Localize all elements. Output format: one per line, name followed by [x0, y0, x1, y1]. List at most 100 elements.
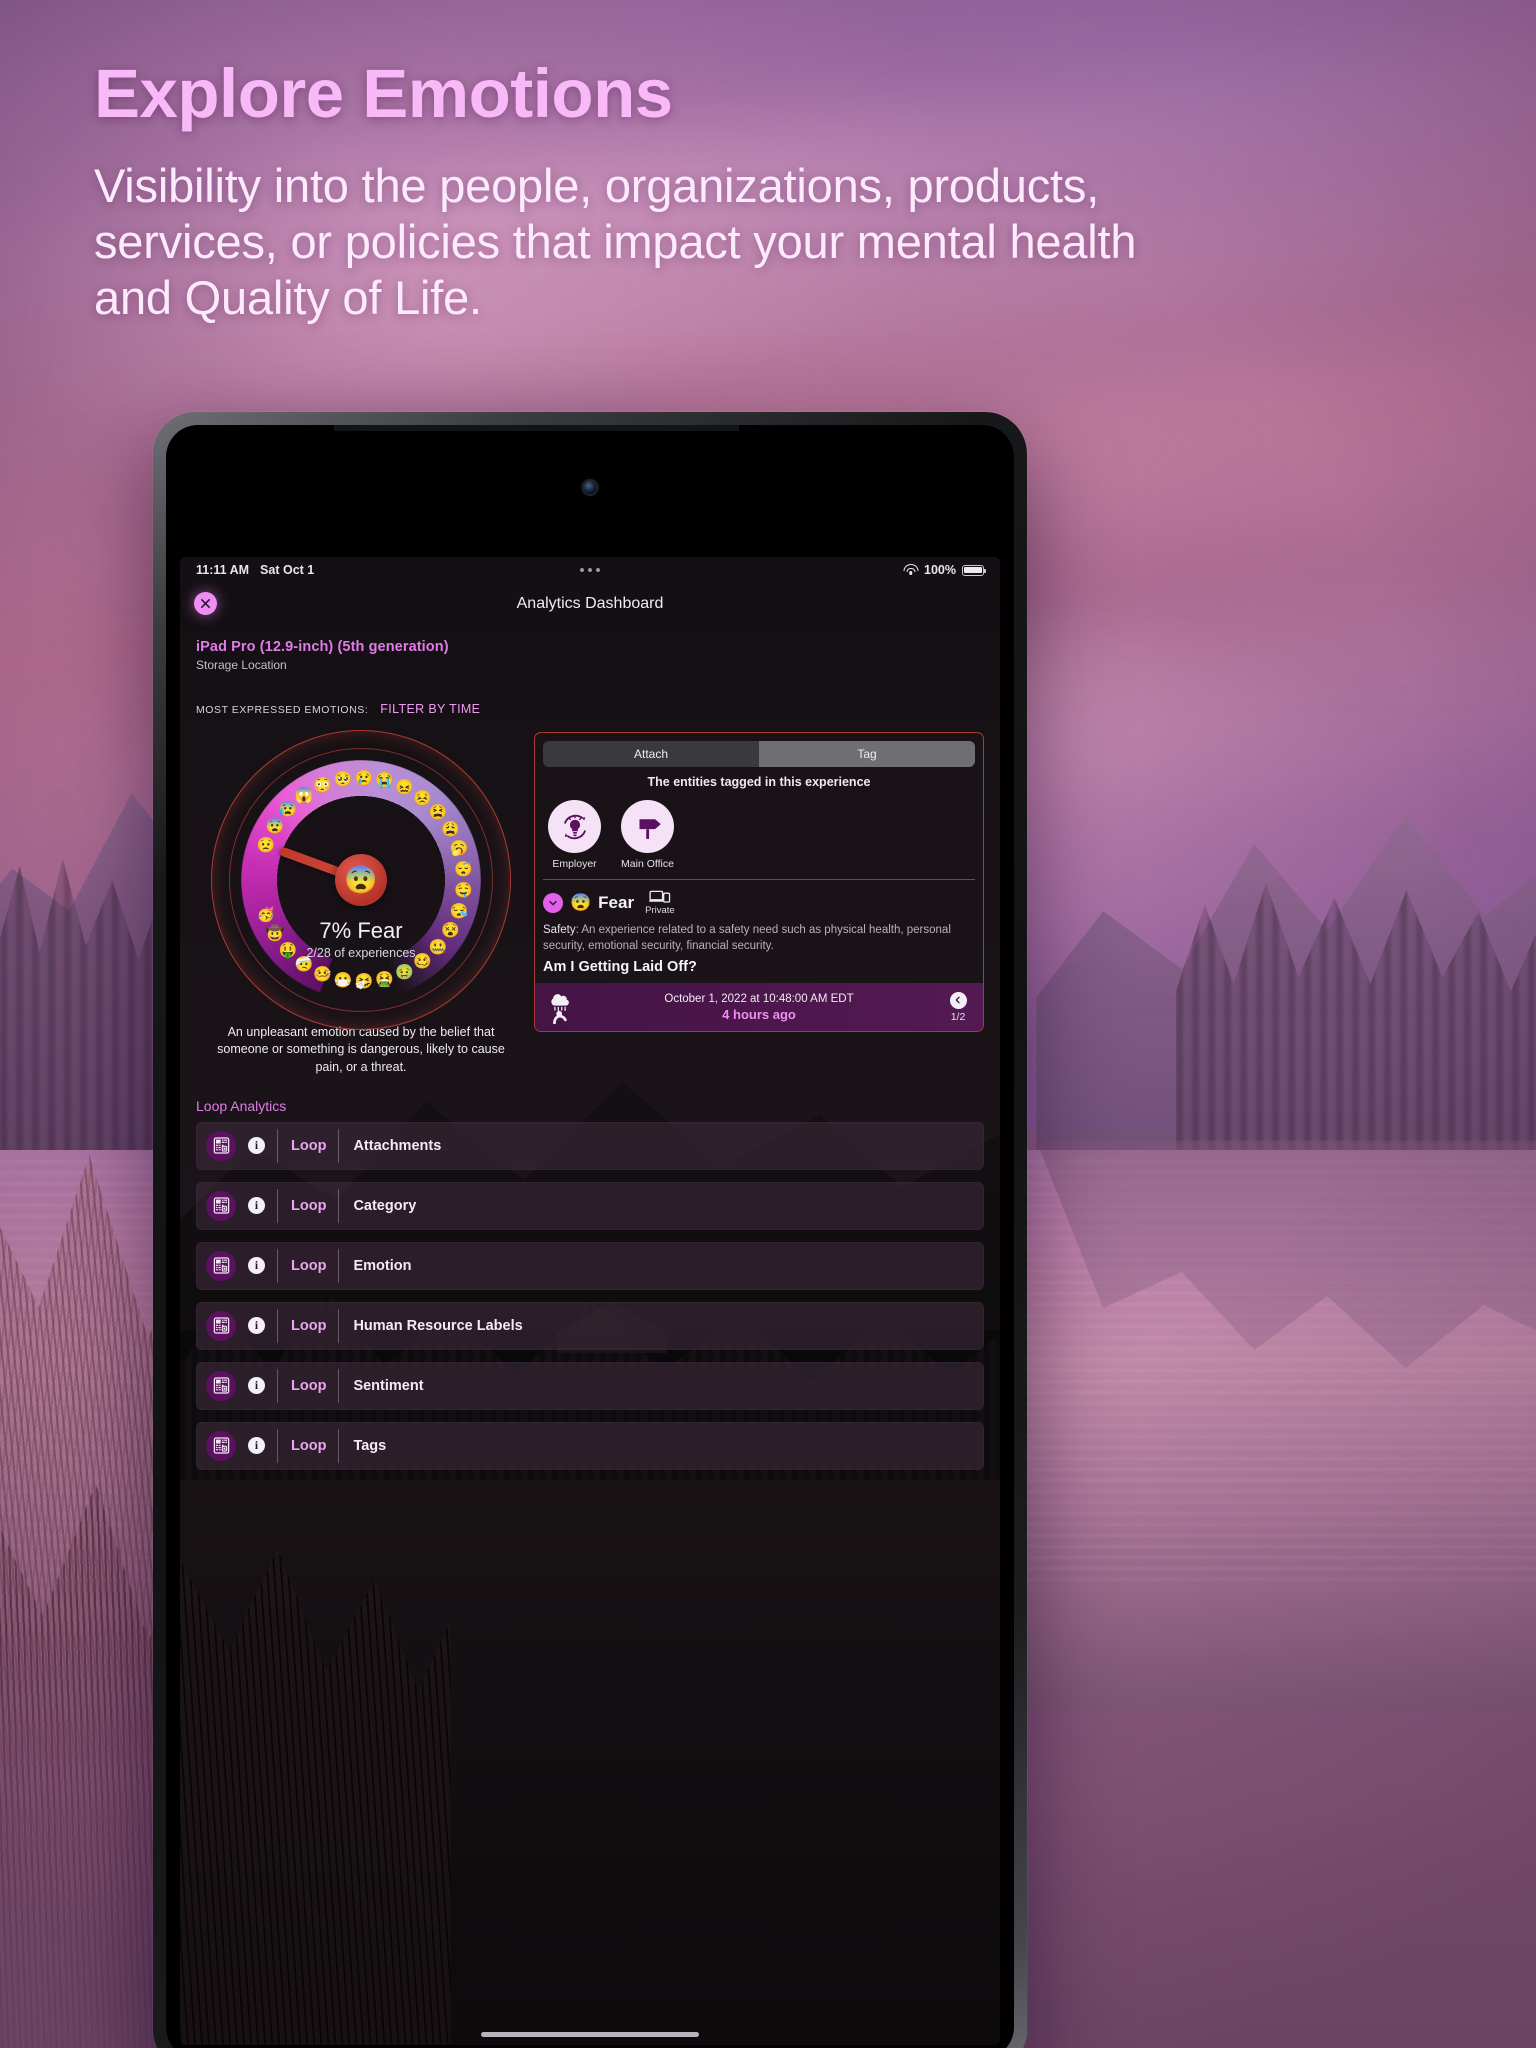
category-name: Safety — [543, 924, 576, 936]
gauge-emoji: 😰 — [278, 801, 298, 819]
loop-grid-icon — [206, 1130, 236, 1161]
loop-label: Loop — [291, 1257, 327, 1274]
gauge-emoji: 🤒 — [313, 965, 333, 983]
info-icon[interactable]: i — [248, 1257, 265, 1275]
row-divider — [277, 1128, 278, 1163]
loop-label: Loop — [291, 1137, 327, 1154]
row-divider — [338, 1248, 340, 1283]
chevron-down-icon[interactable] — [543, 892, 563, 913]
loop-label: Loop — [291, 1437, 327, 1454]
entity-label: Main Office — [621, 858, 674, 870]
row-divider — [338, 1188, 340, 1223]
experience-emoji: 😨 — [570, 892, 592, 912]
tab-tag[interactable]: Tag — [759, 741, 975, 767]
status-bar: 11:11 AM Sat Oct 1 100% — [180, 557, 1000, 583]
lightbulb-cycle-icon — [548, 800, 601, 853]
entity-label: Employer — [552, 858, 597, 870]
loop-row-name: Category — [353, 1197, 417, 1214]
info-icon[interactable]: i — [248, 1317, 265, 1335]
loop-analytics-heading: Loop Analytics — [196, 1097, 287, 1114]
row-divider — [338, 1308, 340, 1343]
experience-timestamp-block: October 1, 2022 at 10:48:00 AM EDT 4 hou… — [583, 993, 935, 1022]
gauge-center-emoji: 😨 — [335, 854, 387, 906]
loop-analytics-row[interactable]: i Loop Sentiment — [196, 1361, 984, 1410]
emotion-gauge[interactable]: 😟 😨 😰 😱 😳 🥺 😢 😭 😖 😣 😫 😩 🥱 😴 🤤 😪 😵 🤐 🥴 🤢 🤮 🤧 😷 🤒 🤕 🤑 🤠 🥳 😨 7% Fear 2… — [211, 730, 511, 1030]
info-icon[interactable]: i — [248, 1437, 265, 1455]
entity-employer[interactable]: Employer — [543, 800, 606, 870]
gauge-emoji: 😢 — [354, 769, 374, 787]
status-bar-left: 11:11 AM Sat Oct 1 — [196, 563, 314, 577]
gauge-emoji: 🤧 — [354, 973, 374, 991]
gauge-emoji: 🤮 — [375, 970, 395, 988]
loop-row-name: Sentiment — [353, 1377, 424, 1394]
device-subtitle: Storage Location — [196, 658, 287, 672]
emotion-gauge-column: 😟 😨 😰 😱 😳 🥺 😢 😭 😖 😣 😫 😩 🥱 😴 🤤 😪 😵 🤐 🥴 🤢 🤮 🤧 😷 🤒 🤕 🤑 🤠 🥳 😨 7% Fear 2… — [196, 730, 526, 1076]
battery-percent: 100% — [924, 563, 956, 577]
filter-by-time-button[interactable]: FILTER BY TIME — [380, 702, 480, 716]
loop-grid-icon — [206, 1370, 236, 1401]
experience-category-text: Safety: An experience related to a safet… — [543, 922, 975, 954]
row-divider — [277, 1308, 278, 1343]
privacy-label: Private — [645, 905, 675, 916]
info-icon[interactable]: i — [248, 1197, 265, 1215]
gauge-emoji: 😱 — [294, 787, 314, 805]
signpost-icon — [621, 800, 674, 853]
gauge-emoji: 🥱 — [449, 840, 469, 858]
tagged-entities-panel: Attach Tag The entities tagged in this e… — [534, 732, 984, 1033]
front-camera — [583, 481, 597, 494]
chevron-left-icon[interactable] — [949, 991, 967, 1009]
row-divider — [338, 1128, 340, 1163]
gauge-emoji: 😭 — [375, 772, 395, 790]
info-icon[interactable]: i — [248, 1137, 265, 1155]
loop-row-name: Tags — [353, 1437, 387, 1454]
devices-icon — [648, 890, 671, 903]
multitasking-dots-icon[interactable] — [580, 568, 600, 572]
experience-emotion-title: Fear — [598, 892, 635, 912]
loop-analytics-row[interactable]: i Loop Category — [196, 1181, 984, 1230]
row-divider — [277, 1368, 278, 1403]
gauge-emoji: 😷 — [333, 971, 353, 989]
loop-label: Loop — [291, 1197, 327, 1214]
gauge-emoji: 😫 — [428, 803, 448, 821]
row-divider — [277, 1428, 278, 1463]
entity-main-office[interactable]: Main Office — [616, 800, 679, 870]
loop-row-name: Human Resource Labels — [353, 1317, 523, 1334]
loop-grid-icon — [206, 1250, 236, 1281]
row-divider — [338, 1368, 340, 1403]
loop-grid-icon — [206, 1430, 236, 1461]
gauge-emoji: 🤢 — [395, 964, 414, 982]
panel-caption: The entities tagged in this experience — [647, 775, 871, 789]
status-date: Sat Oct 1 — [260, 563, 315, 577]
category-description: : An experience related to a safety need… — [543, 924, 951, 953]
experience-relative-time: 4 hours ago — [722, 1006, 796, 1022]
gauge-emoji: 😣 — [413, 789, 433, 807]
wifi-icon — [903, 564, 919, 576]
tab-attach[interactable]: Attach — [543, 741, 759, 767]
loop-row-name: Emotion — [353, 1257, 412, 1274]
loop-analytics-row[interactable]: i Loop Emotion — [196, 1241, 984, 1290]
rain-person-icon — [547, 990, 573, 1025]
status-bar-right: 100% — [903, 563, 987, 577]
battery-icon — [962, 564, 987, 576]
loop-grid-icon — [206, 1310, 236, 1341]
promo-copy: Explore Emotions Visibility into the peo… — [94, 55, 1214, 326]
gauge-emoji: 😴 — [453, 860, 473, 878]
close-x-icon[interactable] — [194, 592, 217, 615]
loop-analytics-row[interactable]: i Loop Tags — [196, 1421, 984, 1470]
row-divider — [277, 1248, 278, 1283]
gauge-emoji: 🥺 — [333, 771, 353, 789]
home-indicator[interactable] — [481, 2032, 699, 2037]
info-icon[interactable]: i — [248, 1377, 265, 1395]
gauge-percent-label: 7% Fear — [319, 918, 403, 943]
navigation-bar: Analytics Dashboard — [180, 583, 1000, 625]
attach-tag-segmented-control[interactable]: Attach Tag — [543, 741, 975, 767]
loop-row-name: Attachments — [353, 1137, 442, 1154]
promo-headline: Explore Emotions — [94, 55, 673, 132]
filter-label: MOST EXPRESSED EMOTIONS: — [196, 704, 369, 716]
gauge-emoji: 😩 — [441, 821, 460, 839]
experience-question: Am I Getting Laid Off? — [543, 959, 697, 976]
loop-analytics-row[interactable]: i Loop Attachments — [196, 1121, 984, 1170]
experience-footer: October 1, 2022 at 10:48:00 AM EDT 4 hou… — [535, 983, 983, 1032]
page-indicator: 1/2 — [950, 1010, 966, 1023]
loop-analytics-row[interactable]: i Loop Human Resource Labels — [196, 1301, 984, 1350]
